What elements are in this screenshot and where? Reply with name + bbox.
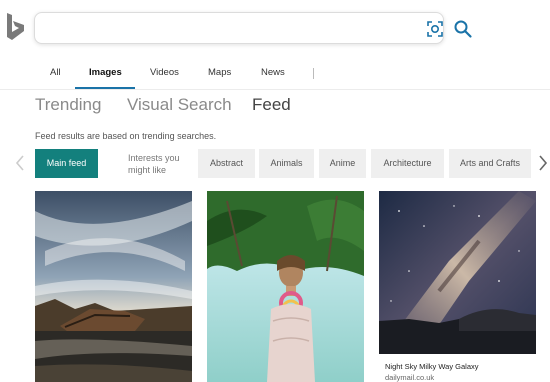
bing-logo-icon[interactable]	[4, 12, 26, 42]
search-box[interactable]	[34, 12, 472, 44]
search-icon[interactable]	[453, 19, 473, 39]
subtab-feed[interactable]: Feed	[252, 95, 291, 115]
image-card[interactable]	[207, 191, 364, 382]
search-nav: All Images Videos Maps News	[0, 64, 550, 90]
search-input[interactable]	[45, 19, 385, 39]
tab-videos[interactable]: Videos	[150, 64, 179, 90]
shipwreck-landscape-image	[35, 191, 192, 382]
chevron-right-icon[interactable]	[537, 153, 549, 173]
beach-woman-portrait-image	[207, 191, 364, 382]
visual-search-icon[interactable]	[426, 20, 444, 38]
interests-label: Interests you might like	[128, 153, 180, 175]
tab-news[interactable]: News	[261, 64, 285, 90]
subtab-visual-search[interactable]: Visual Search	[127, 95, 232, 115]
nav-divider	[0, 89, 550, 90]
tab-maps[interactable]: Maps	[208, 64, 231, 90]
subtab-trending[interactable]: Trending	[35, 95, 101, 115]
chip-abstract[interactable]: Abstract	[198, 149, 255, 178]
chip-anime[interactable]: Anime	[319, 149, 366, 178]
chevron-left-icon[interactable]	[14, 153, 26, 173]
card-source: dailymail.co.uk	[385, 373, 435, 382]
milky-way-night-sky-image	[379, 191, 536, 354]
chip-arts-and-crafts[interactable]: Arts and Crafts	[449, 149, 531, 178]
feed-note: Feed results are based on trending searc…	[35, 131, 217, 141]
nav-separator	[313, 68, 314, 79]
chip-architecture[interactable]: Architecture	[371, 149, 444, 178]
image-card[interactable]	[35, 191, 192, 382]
tab-all[interactable]: All	[50, 64, 61, 90]
chip-animals[interactable]: Animals	[259, 149, 314, 178]
card-title: Night Sky Milky Way Galaxy	[385, 362, 479, 371]
main-feed-button[interactable]: Main feed	[35, 149, 98, 178]
image-card[interactable]: Night Sky Milky Way Galaxy dailymail.co.…	[379, 191, 536, 382]
